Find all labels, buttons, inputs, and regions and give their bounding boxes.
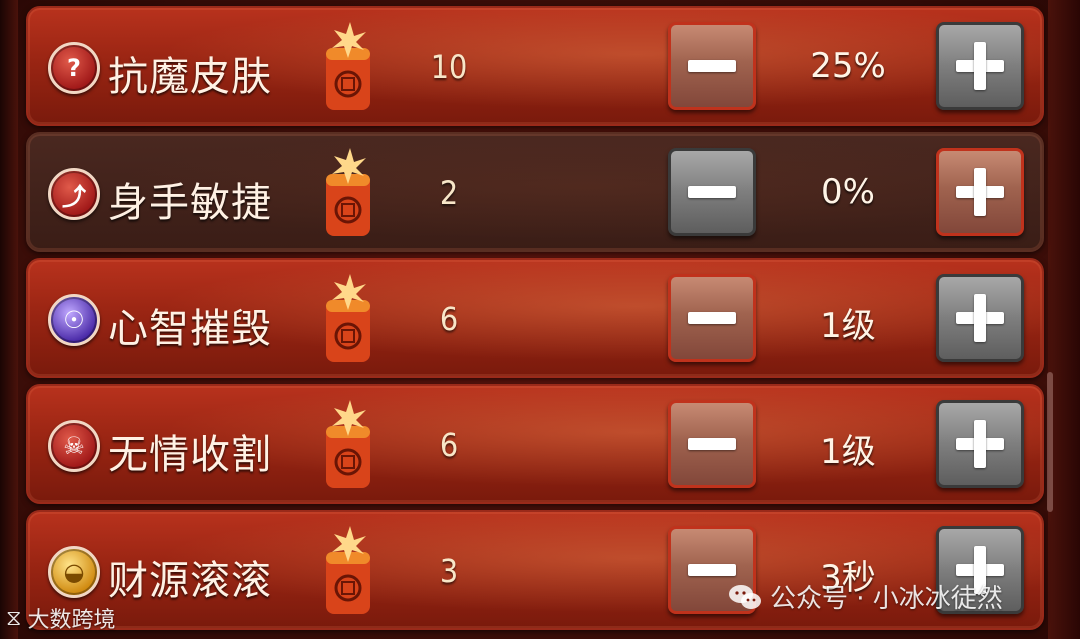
item-count: 6: [439, 300, 459, 338]
skill-name: 身手敏捷: [108, 180, 272, 226]
firecracker-icon: [326, 22, 370, 110]
decrease-button[interactable]: [668, 274, 756, 362]
skill-name: 心智摧毁: [108, 306, 272, 352]
plus-icon-v: [974, 168, 986, 216]
skill-row-kangmo: ? 抗魔皮肤 10 25%: [26, 6, 1044, 126]
increase-button[interactable]: [936, 22, 1024, 110]
item-count: 3: [439, 552, 459, 590]
firecracker-icon: [326, 148, 370, 236]
item-count: 6: [439, 426, 459, 464]
left-border: [0, 0, 18, 639]
watermark-right: 公众号 · 小冰冰徒然: [728, 578, 1003, 615]
plus-icon-v: [974, 294, 986, 342]
decrease-button[interactable]: [668, 400, 756, 488]
brain-head-icon: ☉: [48, 294, 100, 346]
gold-ingot-icon: ◒: [48, 546, 100, 598]
skill-name: 无情收割: [108, 432, 272, 478]
boot-icon: ⤴: [48, 168, 100, 220]
decrease-button[interactable]: [668, 22, 756, 110]
watermark-left-text: 大数跨境: [27, 608, 116, 633]
firecracker-icon: [326, 526, 370, 614]
increase-button[interactable]: [936, 400, 1024, 488]
skill-row-shenshou: ⤴ 身手敏捷 2 0%: [26, 132, 1044, 252]
wechat-icon: [729, 584, 761, 609]
minus-icon: [688, 312, 736, 324]
skill-value: 1级: [820, 432, 876, 472]
increase-button[interactable]: [936, 274, 1024, 362]
item-count: 2: [439, 174, 459, 212]
skill-value: 0%: [821, 172, 875, 212]
firecracker-icon: [326, 274, 370, 362]
skill-row-xinzhi: ☉ 心智摧毁 6 1级: [26, 258, 1044, 378]
skill-name: 抗魔皮肤: [108, 54, 272, 100]
increase-button[interactable]: [936, 148, 1024, 236]
skill-value: 1级: [820, 306, 876, 346]
shield-crest-icon: ?: [48, 42, 100, 94]
right-border: [1048, 0, 1080, 639]
scrollbar[interactable]: [1047, 372, 1053, 512]
firecracker-icon: [326, 400, 370, 488]
minus-icon: [688, 438, 736, 450]
watermark-left: ⧖ 大数跨境: [6, 602, 115, 634]
reaper-icon: ☠: [48, 420, 100, 472]
minus-icon: [688, 60, 736, 72]
logo-icon: ⧖: [6, 605, 22, 631]
item-count: 10: [430, 48, 468, 86]
skill-name: 财源滚滚: [108, 558, 272, 604]
watermark-right-text: 公众号 · 小冰冰徒然: [770, 584, 1003, 614]
skill-row-wuqing: ☠ 无情收割 6 1级: [26, 384, 1044, 504]
decrease-button[interactable]: [668, 148, 756, 236]
skill-value: 25%: [810, 46, 886, 86]
minus-icon: [688, 186, 736, 198]
plus-icon-v: [974, 42, 986, 90]
minus-icon: [688, 564, 736, 576]
plus-icon-v: [974, 420, 986, 468]
